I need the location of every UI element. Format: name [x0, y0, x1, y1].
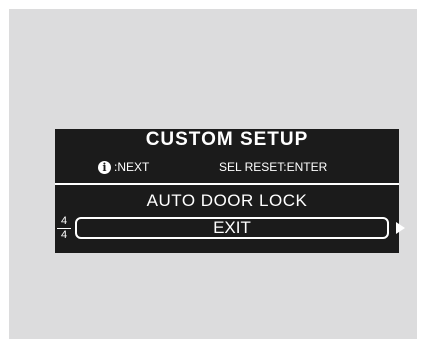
page-indicator: 4 4 [57, 216, 71, 241]
page-current: 4 [60, 215, 68, 227]
page-total: 4 [60, 229, 68, 241]
screen-title: CUSTOM SETUP [145, 129, 309, 150]
reset-hint: SEL RESET:ENTER [219, 160, 328, 174]
menu-item-auto-door-lock[interactable]: AUTO DOOR LOCK [55, 191, 399, 211]
hint-row: i :NEXT SEL RESET:ENTER [55, 159, 399, 175]
next-hint-label: :NEXT [114, 160, 150, 174]
right-arrow-icon[interactable] [396, 222, 405, 234]
info-icon[interactable]: i [98, 160, 111, 174]
custom-setup-screen: CUSTOM SETUP i :NEXT SEL RESET:ENTER AUT… [55, 129, 405, 253]
display-frame: CUSTOM SETUP i :NEXT SEL RESET:ENTER AUT… [9, 9, 417, 339]
divider [55, 183, 399, 185]
next-hint: i :NEXT [98, 159, 149, 175]
exit-option[interactable]: EXIT [75, 217, 389, 239]
